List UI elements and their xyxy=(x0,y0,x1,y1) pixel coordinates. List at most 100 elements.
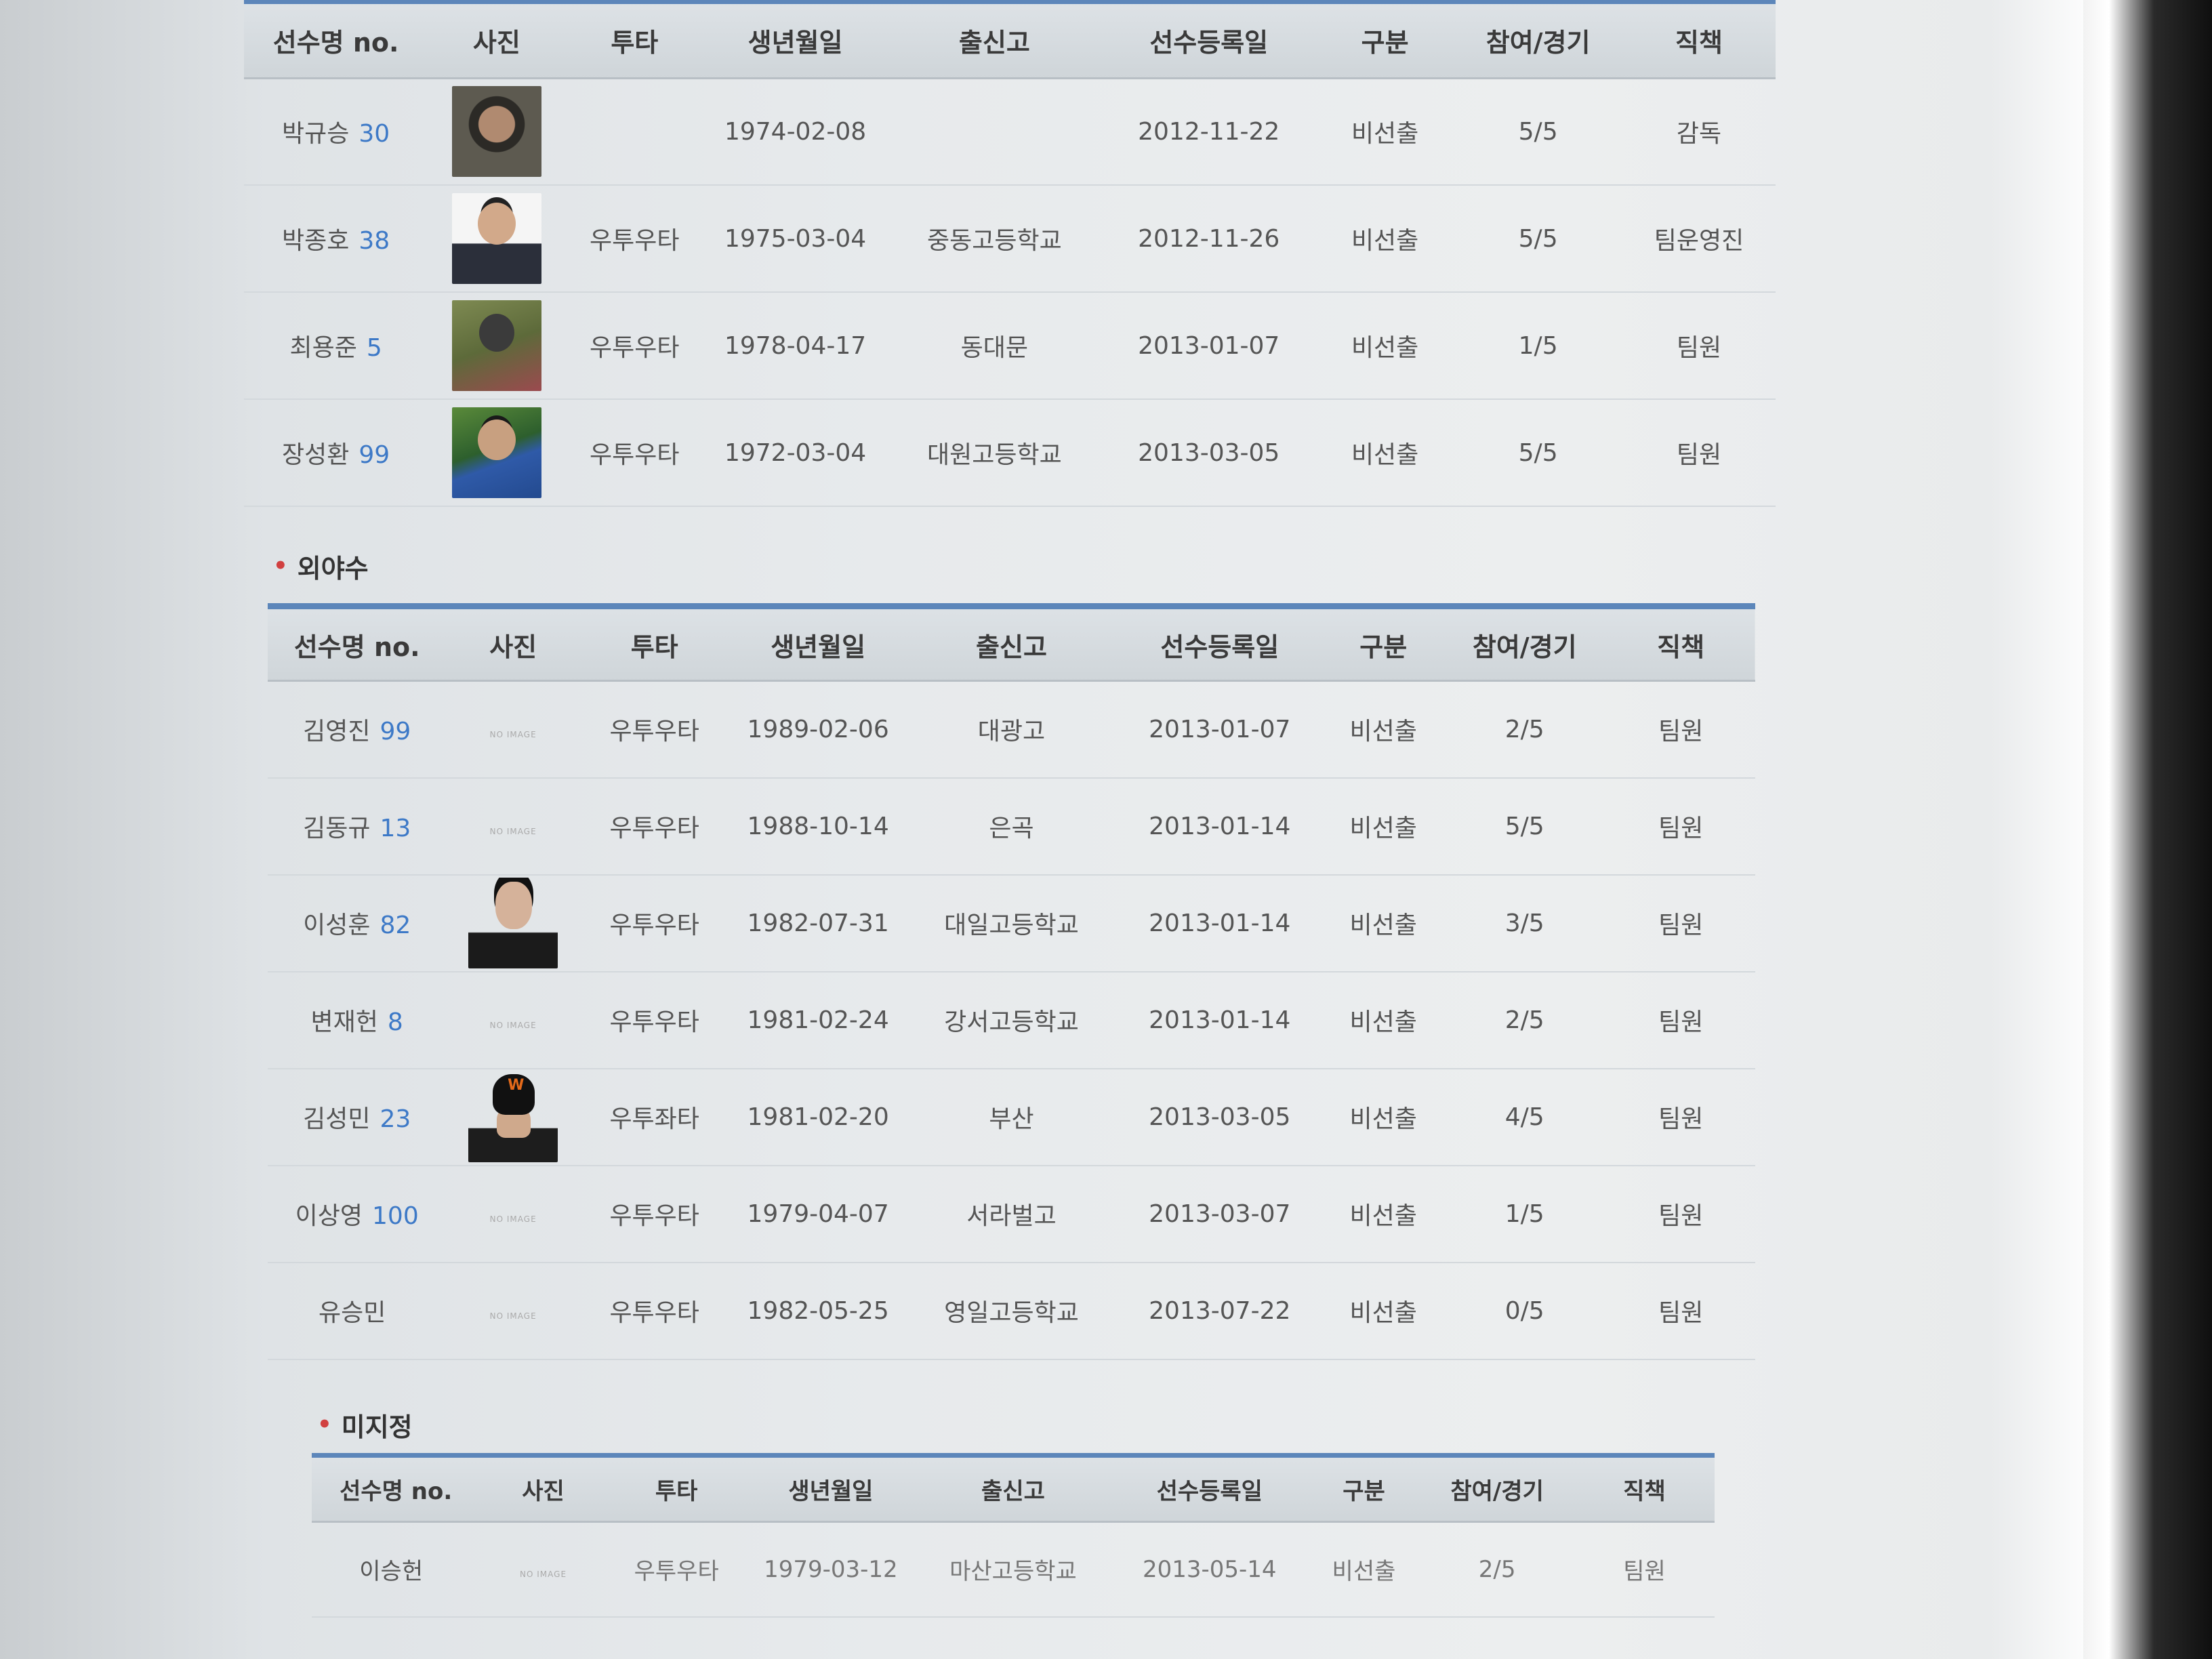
undecided-section: • 미지정 선수명 no. 사진 투타 생년월일 출신고 선수등록일 구분 참여… xyxy=(312,1396,1715,1618)
cell-role: 팀원 xyxy=(1606,680,1755,779)
player-number: 5 xyxy=(366,334,382,362)
player-name[interactable]: 김성민 xyxy=(303,1105,370,1133)
bullet-icon: • xyxy=(317,1411,332,1438)
infield-table: 선수명 no. 사진 투타 생년월일 출신고 선수등록일 구분 참여/경기 직책… xyxy=(244,0,1776,507)
col-type[interactable]: 구분 xyxy=(1324,603,1443,682)
player-name[interactable]: 최용준 xyxy=(289,334,356,362)
cell-games: 5/5 xyxy=(1443,777,1607,876)
cell-birth: 1981-02-20 xyxy=(729,1068,907,1166)
table-row[interactable]: 최용준 5 우투우타 1978-04-17 동대문 2013-01-07 비선출 … xyxy=(244,292,1776,400)
cell-school: 서라벌고 xyxy=(907,1165,1116,1263)
cell-school: 대일고등학교 xyxy=(907,874,1116,972)
player-number: 23 xyxy=(380,1105,411,1133)
col-name-no[interactable]: 선수명 no. xyxy=(268,603,447,682)
infield-section: 선수명 no. 사진 투타 생년월일 출신고 선수등록일 구분 참여/경기 직책… xyxy=(244,0,1776,507)
col-photo: 사진 xyxy=(446,603,580,682)
cell-bat: 우투우타 xyxy=(579,874,729,972)
col-name-no[interactable]: 선수명 no. xyxy=(244,0,428,79)
col-name-no[interactable]: 선수명 no. xyxy=(312,1453,480,1523)
player-name[interactable]: 박규승 xyxy=(282,120,349,148)
cell-registered: 2013-01-07 xyxy=(1101,292,1316,400)
cell-registered: 2013-07-22 xyxy=(1115,1262,1324,1360)
no-image-placeholder: NO IMAGE xyxy=(489,1311,537,1321)
player-name[interactable]: 이승헌 xyxy=(359,1558,423,1585)
cell-bat: 우투우타 xyxy=(606,1521,747,1618)
col-registered[interactable]: 선수등록일 xyxy=(1101,0,1316,79)
player-name[interactable]: 박종호 xyxy=(282,227,349,255)
table-row[interactable]: 김동규 13 NO IMAGE 우투우타 1988-10-14 은곡 2013-0… xyxy=(268,777,1755,876)
col-bat[interactable]: 투타 xyxy=(565,0,703,79)
section-title: • 미지정 xyxy=(312,1396,1715,1453)
cell-school: 마산고등학교 xyxy=(915,1521,1111,1618)
no-image-placeholder: NO IMAGE xyxy=(489,1020,537,1030)
col-birth[interactable]: 생년월일 xyxy=(703,0,888,79)
cell-games: 5/5 xyxy=(1454,78,1622,186)
col-school[interactable]: 출신고 xyxy=(907,603,1116,682)
col-bat[interactable]: 투타 xyxy=(579,603,729,682)
player-name[interactable]: 이성훈 xyxy=(303,912,370,939)
table-row[interactable]: 이상영 100 NO IMAGE 우투우타 1979-04-07 서라벌고 201… xyxy=(268,1165,1755,1263)
col-type[interactable]: 구분 xyxy=(1307,1453,1420,1523)
cell-registered: 2013-03-05 xyxy=(1115,1068,1324,1166)
table-header-row: 선수명 no. 사진 투타 생년월일 출신고 선수등록일 구분 참여/경기 직책 xyxy=(312,1453,1715,1523)
player-name[interactable]: 김영진 xyxy=(303,718,370,745)
player-name[interactable]: 유승민 xyxy=(319,1299,386,1327)
player-name[interactable]: 이상영 xyxy=(295,1202,363,1230)
section-title: • 외야수 xyxy=(268,529,1755,603)
col-registered[interactable]: 선수등록일 xyxy=(1115,603,1324,682)
player-photo[interactable] xyxy=(451,86,541,178)
table-row[interactable]: 김성민23 우투좌타 1981-02-20 부산 2013-03-05 비선출 … xyxy=(268,1068,1755,1166)
player-photo[interactable] xyxy=(468,878,558,968)
cell-school: 중동고등학교 xyxy=(887,185,1102,293)
table-row[interactable]: 김영진 99 NO IMAGE 우투우타 1989-02-06 대광고 2013-… xyxy=(268,680,1755,779)
no-image-placeholder: NO IMAGE xyxy=(489,729,537,739)
col-photo: 사진 xyxy=(480,1453,607,1523)
col-role[interactable]: 직책 xyxy=(1606,603,1755,682)
cell-type: 비선출 xyxy=(1324,777,1443,876)
table-row[interactable]: 박규승 30 1974-02-08 2012-11-22 비선출 5/5 감독 xyxy=(244,78,1776,186)
col-games[interactable]: 참여/경기 xyxy=(1443,603,1607,682)
col-birth[interactable]: 생년월일 xyxy=(729,603,907,682)
no-image-placeholder: NO IMAGE xyxy=(489,826,537,836)
cell-registered: 2013-03-05 xyxy=(1101,399,1316,507)
player-name[interactable]: 변재헌 xyxy=(311,1008,378,1036)
section-title-text: 미지정 xyxy=(341,1412,413,1442)
cell-games: 5/5 xyxy=(1454,185,1622,293)
col-type[interactable]: 구분 xyxy=(1315,0,1454,79)
cell-registered: 2013-01-14 xyxy=(1115,874,1324,972)
table-row[interactable]: 이승헌 NO IMAGE 우투우타 1979-03-12 마산고등학교 2013… xyxy=(312,1521,1715,1618)
col-bat[interactable]: 투타 xyxy=(606,1453,747,1523)
section-title-text: 외야수 xyxy=(297,553,369,583)
table-row[interactable]: 유승민 NO IMAGE 우투우타 1982-05-25 영일고등학교 2013… xyxy=(268,1262,1755,1360)
player-photo[interactable] xyxy=(451,193,541,284)
table-row[interactable]: 장성환 99 우투우타 1972-03-04 대원고등학교 2013-03-05 … xyxy=(244,399,1776,507)
cell-type: 비선출 xyxy=(1315,185,1454,293)
player-name[interactable]: 김동규 xyxy=(303,815,370,842)
cell-bat: 우투우타 xyxy=(579,971,729,1069)
player-number: 38 xyxy=(359,227,390,255)
cell-games: 4/5 xyxy=(1443,1068,1607,1166)
col-birth[interactable]: 생년월일 xyxy=(746,1453,916,1523)
table-row[interactable]: 박종호 38 우투우타 1975-03-04 중동고등학교 2012-11-26 … xyxy=(244,185,1776,293)
col-registered[interactable]: 선수등록일 xyxy=(1111,1453,1308,1523)
player-photo[interactable] xyxy=(451,300,541,391)
cell-role: 팀원 xyxy=(1606,1262,1755,1360)
cell-games: 1/5 xyxy=(1443,1165,1607,1263)
cell-type: 비선출 xyxy=(1315,78,1454,186)
table-row[interactable]: 이성훈 82 우투우타 1982-07-31 대일고등학교 2013-01-14 … xyxy=(268,874,1755,972)
col-role[interactable]: 직책 xyxy=(1574,1453,1715,1523)
cell-role: 팀운영진 xyxy=(1622,185,1776,293)
player-photo[interactable] xyxy=(451,407,541,498)
cell-role: 팀원 xyxy=(1622,292,1776,400)
col-games[interactable]: 참여/경기 xyxy=(1454,0,1622,79)
cell-games: 3/5 xyxy=(1443,874,1607,972)
col-school[interactable]: 출신고 xyxy=(915,1453,1111,1523)
player-photo[interactable] xyxy=(468,1071,558,1162)
cell-role: 팀원 xyxy=(1574,1521,1715,1618)
col-school[interactable]: 출신고 xyxy=(887,0,1102,79)
table-row[interactable]: 변재헌 8 NO IMAGE 우투우타 1981-02-24 강서고등학교 201… xyxy=(268,971,1755,1069)
col-role[interactable]: 직책 xyxy=(1622,0,1776,79)
no-image-placeholder: NO IMAGE xyxy=(489,1214,537,1224)
col-games[interactable]: 참여/경기 xyxy=(1420,1453,1574,1523)
player-name[interactable]: 장성환 xyxy=(282,441,349,469)
